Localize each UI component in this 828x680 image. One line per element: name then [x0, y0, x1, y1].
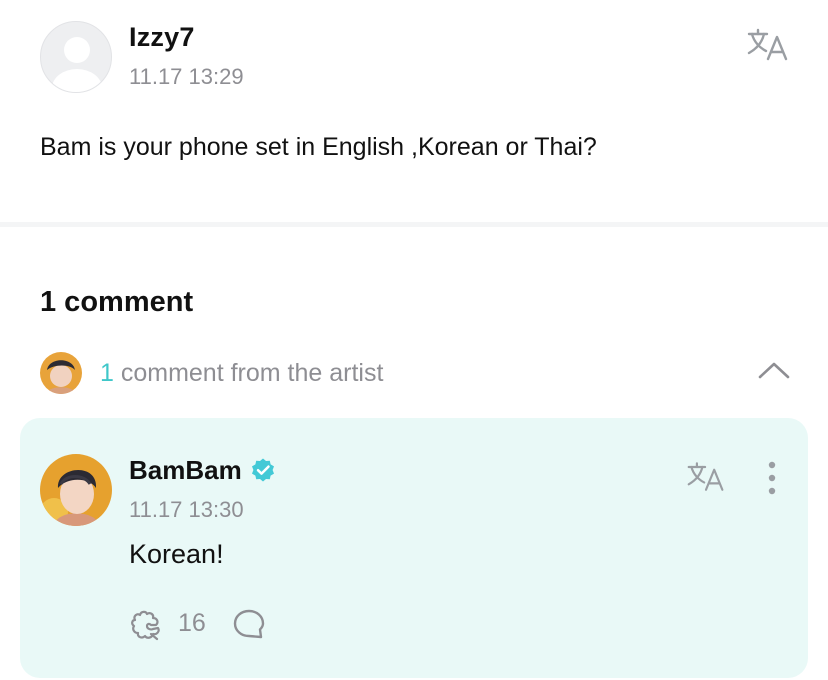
translate-icon[interactable] — [746, 28, 790, 62]
artist-avatar[interactable] — [40, 454, 112, 526]
artist-thumbnail-avatar — [40, 352, 82, 394]
like-icon[interactable] — [129, 608, 165, 642]
author-avatar[interactable] — [40, 21, 112, 93]
section-divider — [0, 222, 828, 227]
more-options-icon[interactable] — [765, 460, 779, 496]
post-body: Bam is your phone set in English ,Korean… — [40, 133, 597, 161]
reply-icon[interactable] — [232, 607, 266, 641]
post-timestamp: 11.17 13:29 — [129, 64, 244, 89]
artist-comment-label: comment from the artist — [113, 359, 384, 387]
verified-badge-icon — [250, 457, 276, 483]
artist-comment-body: Korean! — [129, 539, 224, 569]
translate-icon[interactable] — [686, 461, 726, 493]
comments-count-heading: 1 comment — [40, 286, 194, 318]
chevron-up-icon[interactable] — [756, 358, 792, 382]
artist-comment-count: 1 — [100, 359, 114, 387]
artist-comment-timestamp: 11.17 13:30 — [129, 497, 244, 522]
post-author-name[interactable]: Izzy7 — [129, 22, 195, 53]
like-count: 16 — [178, 609, 206, 637]
artist-name[interactable]: BamBam — [129, 455, 242, 486]
artist-comment-toggle[interactable]: 1 comment from the artist — [100, 359, 383, 388]
